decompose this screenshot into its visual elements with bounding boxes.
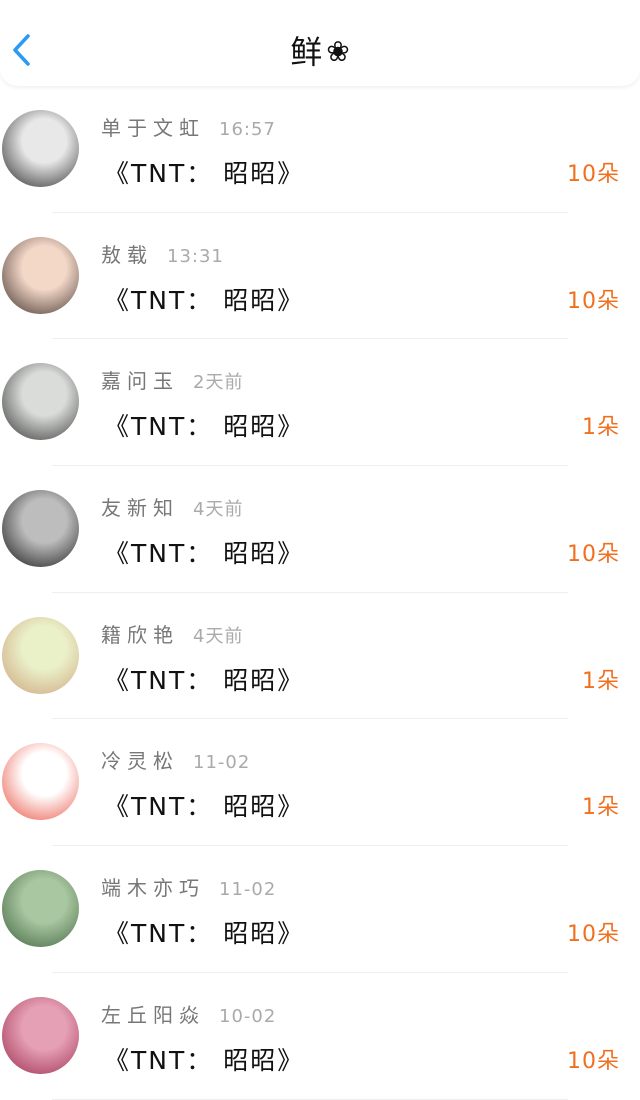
timestamp: 11-02 [193,752,251,774]
flower-count: 10朵 [567,1048,620,1074]
user-name: 端木亦巧 [101,876,205,901]
timestamp: 4天前 [193,625,244,647]
user-line: 敖载 13:31 [101,241,224,271]
divider [52,1098,568,1100]
book-title: 《TNT： 昭昭》 [104,919,305,949]
top-bar: 鲜 ❀ [0,0,640,86]
user-name: 冷灵松 [101,749,179,774]
user-line: 单于文虹 16:57 [101,114,276,144]
flower-count: 1朵 [582,668,620,694]
page-title-text: 鲜 [290,33,323,71]
book-title: 《TNT： 昭昭》 [104,1045,305,1075]
list-item[interactable]: 冷灵松 11-02 《TNT： 昭昭》 1朵 [0,719,640,847]
avatar[interactable] [2,996,79,1074]
avatar[interactable] [2,236,79,314]
book-title: 《TNT： 昭昭》 [104,539,305,569]
user-line: 端木亦巧 11-02 [101,874,276,904]
timestamp: 11-02 [219,879,277,901]
book-title: 《TNT： 昭昭》 [104,792,305,822]
timestamp: 13:31 [167,245,224,267]
timestamp: 4天前 [193,499,244,521]
list-item[interactable]: 端木亦巧 11-02 《TNT： 昭昭》 10朵 [0,846,640,973]
flower-count: 10朵 [567,288,620,314]
user-line: 嘉问玉 2天前 [101,367,243,397]
book-title: 《TNT： 昭昭》 [104,285,305,315]
list-item[interactable]: 籍欣艳 4天前《TNT： 昭昭》 1朵 [0,593,640,720]
list-item[interactable]: 嘉问玉 2天前《TNT： 昭昭》 1朵 [0,339,640,467]
user-name: 籍欣艳 [101,622,179,647]
avatar[interactable] [2,616,79,694]
user-line: 友新知 4天前 [101,494,243,524]
flower-count: 10朵 [567,542,620,568]
user-name: 单于文虹 [101,116,205,140]
timestamp: 10-02 [219,1005,277,1027]
flower-count: 1朵 [582,415,620,441]
avatar[interactable] [2,870,79,948]
user-name: 敖载 [101,242,153,267]
avatar[interactable] [2,743,79,821]
book-title: 《TNT： 昭昭》 [104,159,305,188]
timestamp: 16:57 [219,119,276,140]
user-line: 左丘阳焱 10-02 [101,1001,276,1031]
list-item[interactable]: 左丘阳焱 10-02 《TNT： 昭昭》 10朵 [0,973,640,1100]
user-name: 友新知 [101,496,179,521]
gift-list: 单于文虹 16:57 《TNT： 昭昭》 10朵 敖载 13:31 《TNT： 昭昭》 10朵… [0,86,640,1100]
book-title: 《TNT： 昭昭》 [104,412,305,442]
list-item[interactable]: 友新知 4天前《TNT： 昭昭》 10朵 [0,466,640,593]
flower-count: 1朵 [582,795,620,821]
user-line: 籍欣艳 4天前 [101,621,243,651]
list-item[interactable]: 敖载 13:31 《TNT： 昭昭》 10朵 [0,213,640,340]
user-name: 左丘阳焱 [101,1002,205,1027]
flower-count: 10朵 [567,922,620,948]
flower-icon: ❀ [326,35,350,68]
page-title: 鲜 ❀ [0,32,640,72]
avatar[interactable] [2,490,79,568]
list-item[interactable]: 单于文虹 16:57 《TNT： 昭昭》 10朵 [0,86,640,213]
avatar[interactable] [2,110,79,187]
book-title: 《TNT： 昭昭》 [104,665,305,695]
user-line: 冷灵松 11-02 [101,747,250,777]
flower-count: 10朵 [567,162,620,187]
user-name: 嘉问玉 [101,369,179,394]
avatar[interactable] [2,363,79,441]
timestamp: 2天前 [193,372,244,394]
